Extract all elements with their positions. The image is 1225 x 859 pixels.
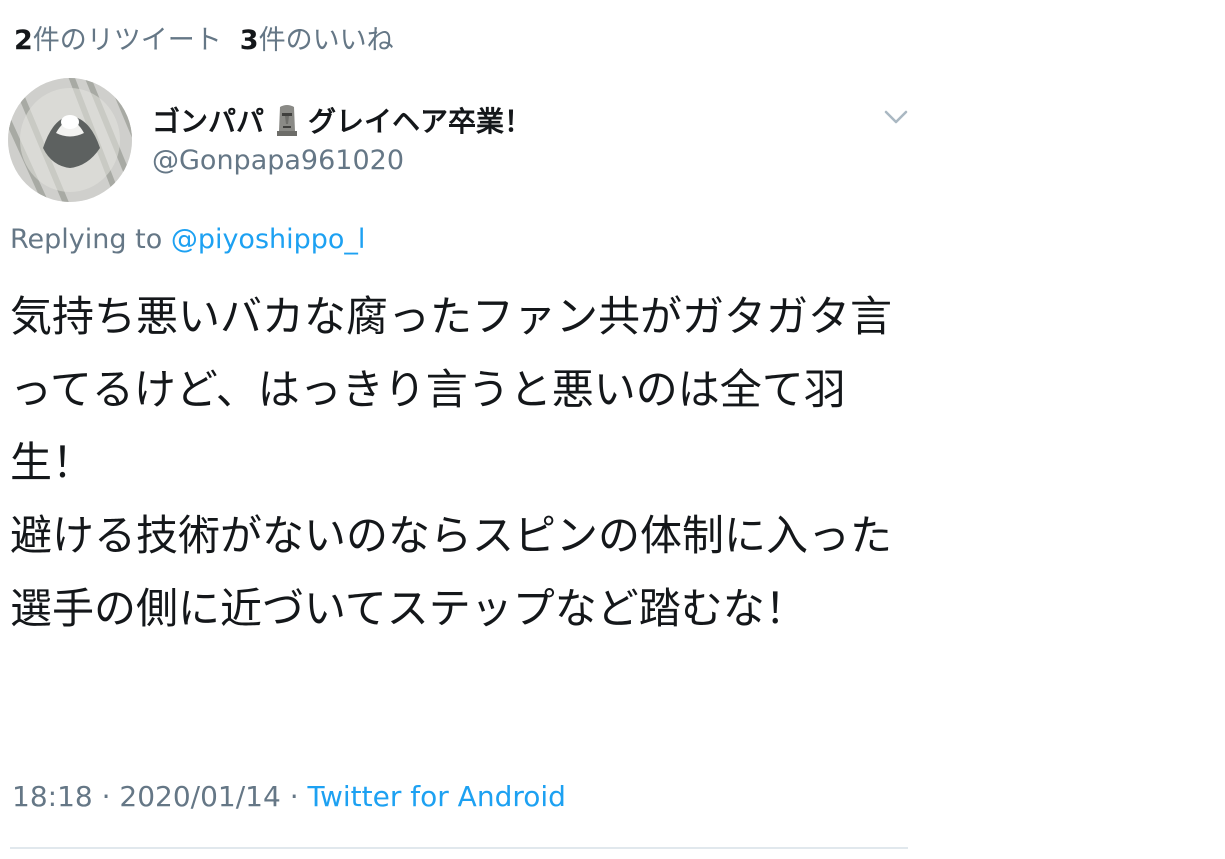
user-handle[interactable]: @Gonpapa961020 (152, 145, 404, 176)
tweet-meta: 18:18 · 2020/01/14 · Twitter for Android (12, 780, 566, 813)
display-name[interactable]: ゴンパパ グレイヘア卒業！ (152, 100, 532, 140)
replying-prefix: Replying to (10, 224, 163, 255)
like-count[interactable]: 3 (240, 25, 259, 56)
tweet-time[interactable]: 18:18 (12, 780, 93, 813)
meta-separator: · (101, 780, 111, 813)
tweet-date[interactable]: 2020/01/14 (119, 780, 280, 813)
like-label[interactable]: 件のいいね (259, 25, 394, 56)
moai-icon (274, 103, 300, 137)
chevron-down-icon[interactable] (878, 103, 914, 131)
tweet-source-link[interactable]: Twitter for Android (308, 780, 566, 813)
tweet-text: 気持ち悪いバカな腐ったファン共がガタガタ言ってるけど、はっきり言うと悪いのは全て… (10, 292, 893, 633)
meta-separator: · (289, 780, 299, 813)
engagement-stats: 2件のリツイート 3件のいいね (14, 18, 394, 57)
replying-to: Replying to @piyoshippo_l (10, 224, 365, 255)
reply-mention-link[interactable]: @piyoshippo_l (171, 224, 366, 255)
retweet-label[interactable]: 件のリツイート (33, 25, 222, 56)
avatar[interactable] (8, 78, 132, 202)
display-name-suffix: グレイヘア卒業！ (308, 105, 533, 138)
divider (10, 847, 908, 849)
display-name-text: ゴンパパ (152, 105, 265, 138)
retweet-count[interactable]: 2 (14, 25, 33, 56)
